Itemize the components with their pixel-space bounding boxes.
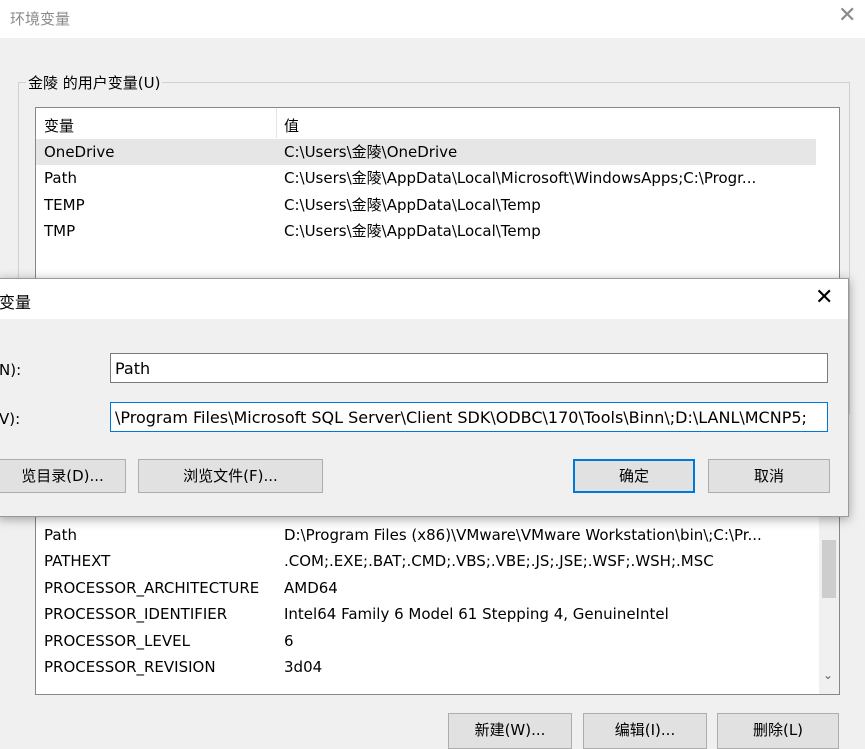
dialog-titlebar: 变量 ✕ — [0, 279, 848, 319]
system-var-name: PROCESSOR_ARCHITECTURE — [44, 579, 260, 597]
dialog-close-icon[interactable]: ✕ — [815, 285, 833, 310]
user-var-name: TMP — [44, 222, 76, 240]
variable-value-field[interactable]: \Program Files\Microsoft SQL Server\Clie… — [110, 402, 828, 432]
cancel-button[interactable]: 取消 — [708, 459, 830, 493]
user-var-value: C:\Users\金陵\AppData\Local\Microsoft\Wind… — [284, 169, 757, 187]
scroll-down-arrow-icon[interactable]: ⌄ — [823, 668, 833, 682]
user-var-name: TEMP — [44, 196, 85, 214]
user-var-value: C:\Users\金陵\OneDrive — [284, 143, 458, 161]
edit-button[interactable]: 编辑(I)... — [583, 713, 707, 749]
system-var-row-pathext[interactable]: PATHEXT .COM;.EXE;.BAT;.CMD;.VBS;.VBE;.J… — [36, 548, 816, 574]
system-var-value: D:\Program Files (x86)\VMware\VMware Wor… — [284, 526, 762, 544]
system-var-row-path[interactable]: Path D:\Program Files (x86)\VMware\VMwar… — [36, 522, 816, 548]
window-title: 环境变量 — [10, 10, 71, 28]
user-var-row-onedrive[interactable]: OneDrive C:\Users\金陵\OneDrive — [36, 139, 816, 165]
system-var-value: 3d04 — [284, 658, 323, 676]
system-var-value: 6 — [284, 632, 294, 650]
system-var-value: .COM;.EXE;.BAT;.CMD;.VBS;.VBE;.JS;.JSE;.… — [284, 552, 714, 570]
system-var-row-processor-identifier[interactable]: PROCESSOR_IDENTIFIER Intel64 Family 6 Mo… — [36, 601, 816, 627]
user-var-name: OneDrive — [44, 143, 115, 161]
system-var-row-processor-revision[interactable]: PROCESSOR_REVISION 3d04 — [36, 654, 816, 680]
system-var-row-processor-architecture[interactable]: PROCESSOR_ARCHITECTURE AMD64 — [36, 575, 816, 601]
variable-name-label: N): — [0, 361, 22, 379]
system-var-name: Path — [44, 526, 77, 544]
new-button[interactable]: 新建(W)... — [448, 713, 572, 749]
variable-name-field[interactable]: Path — [110, 353, 828, 383]
dialog-title: 变量 — [0, 293, 32, 312]
system-var-value: Intel64 Family 6 Model 61 Stepping 4, Ge… — [284, 605, 669, 623]
system-var-value: AMD64 — [284, 579, 338, 597]
system-var-name: PATHEXT — [44, 552, 111, 570]
user-var-value: C:\Users\金陵\AppData\Local\Temp — [284, 196, 541, 214]
system-vars-scrollbar[interactable]: ⌄ — [819, 498, 839, 694]
ok-button[interactable]: 确定 — [573, 459, 695, 493]
user-vars-group-label: 金陵 的用户变量(U) — [26, 72, 163, 93]
window-titlebar: 环境变量 ✕ — [0, 0, 865, 38]
system-var-row-processor-level[interactable]: PROCESSOR_LEVEL 6 — [36, 628, 816, 654]
user-var-row-tmp[interactable]: TMP C:\Users\金陵\AppData\Local\Temp — [36, 218, 816, 244]
user-var-name: Path — [44, 169, 77, 187]
system-var-name: PROCESSOR_REVISION — [44, 658, 216, 676]
user-var-value: C:\Users\金陵\AppData\Local\Temp — [284, 222, 541, 240]
user-vars-list[interactable]: 变量 值 OneDrive C:\Users\金陵\OneDrive Path … — [35, 107, 840, 279]
column-separator[interactable] — [276, 108, 277, 138]
edit-variable-dialog: 变量 ✕ N): Path V): \Program Files\Microso… — [0, 278, 849, 517]
window-close-icon[interactable]: ✕ — [838, 3, 856, 28]
column-header-value[interactable]: 值 — [284, 114, 299, 140]
user-var-row-temp[interactable]: TEMP C:\Users\金陵\AppData\Local\Temp — [36, 192, 816, 218]
system-var-name: PROCESSOR_IDENTIFIER — [44, 605, 228, 623]
system-var-name: PROCESSOR_LEVEL — [44, 632, 190, 650]
system-vars-list[interactable]: Path D:\Program Files (x86)\VMware\VMwar… — [35, 497, 840, 695]
user-var-row-path[interactable]: Path C:\Users\金陵\AppData\Local\Microsoft… — [36, 165, 816, 191]
column-header-variable[interactable]: 变量 — [44, 114, 74, 140]
scrollbar-thumb[interactable] — [822, 540, 836, 598]
browse-file-button[interactable]: 浏览文件(F)... — [138, 459, 323, 493]
browse-directory-button[interactable]: 览目录(D)... — [0, 459, 126, 493]
delete-button[interactable]: 删除(L) — [717, 713, 839, 749]
variable-value-label: V): — [0, 410, 21, 428]
